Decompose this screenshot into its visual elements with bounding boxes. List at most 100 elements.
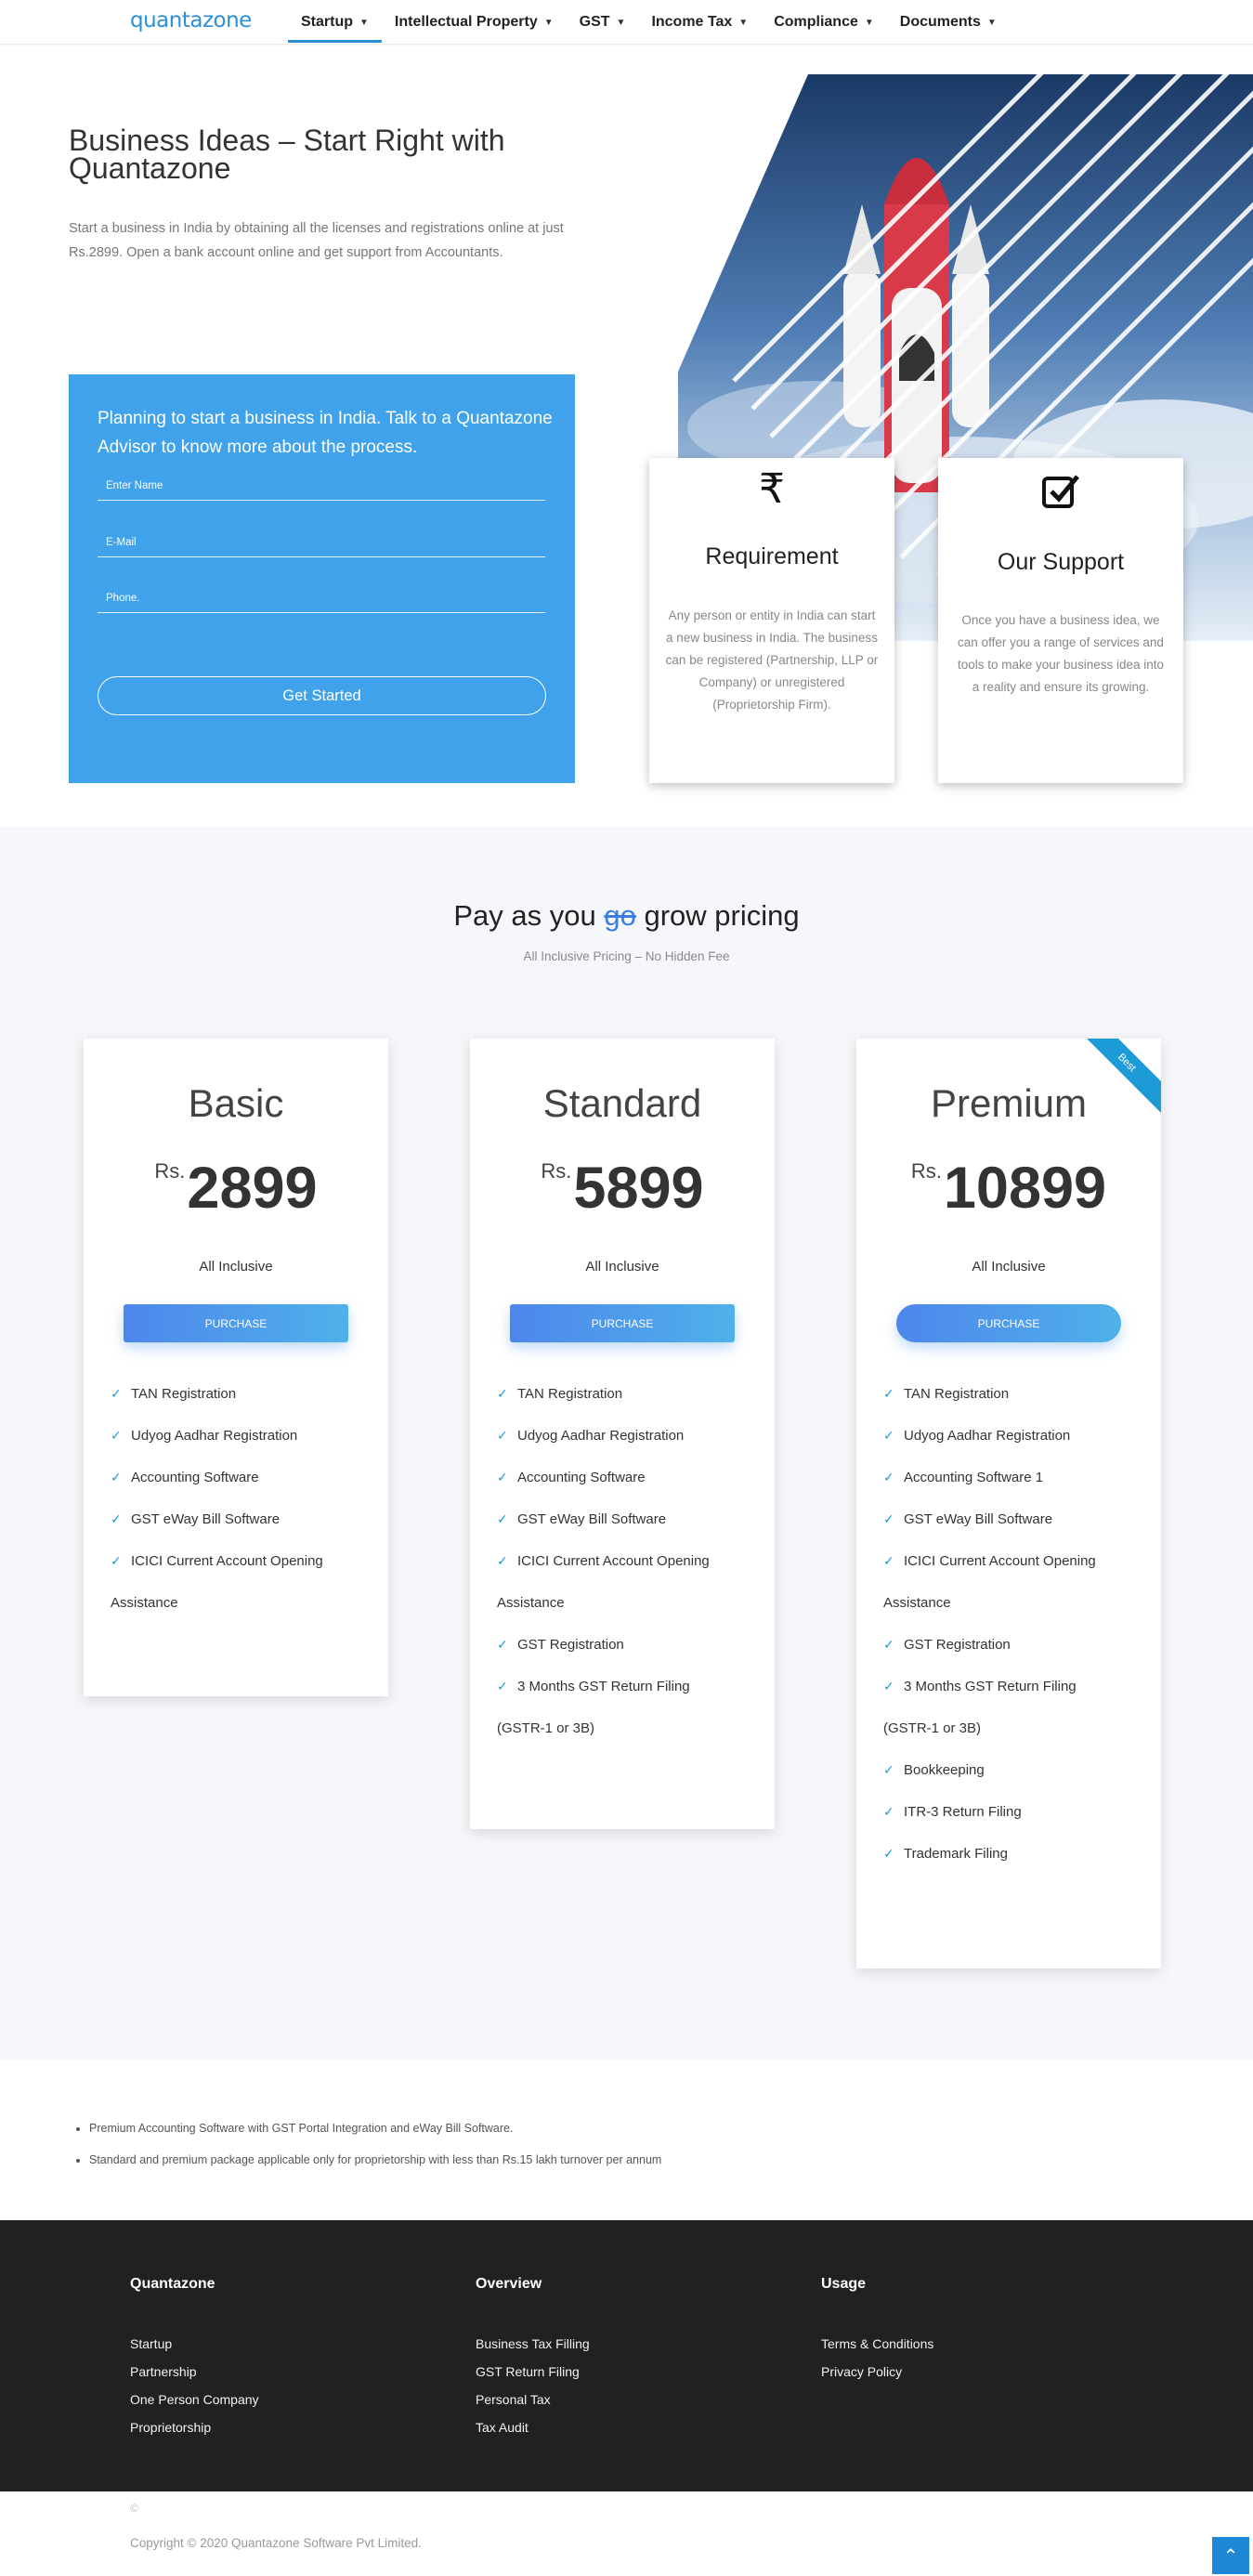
- feature-item: ✓ 3 Months GST Return Filing (GSTR-1 or 3B…: [497, 1666, 756, 1749]
- feature-label: Udyog Aadhar Registration: [904, 1428, 1071, 1444]
- check-icon: ✓: [883, 1846, 894, 1861]
- copyright-text: Copyright © 2020 Quantazone Software Pvt…: [130, 2536, 422, 2550]
- purchase-button[interactable]: PURCHASE: [896, 1304, 1121, 1342]
- feature-item: ✓ ITR-3 Return Filing: [883, 1791, 1142, 1833]
- feature-item: ✓ ICICI Current Account Opening Assistance: [497, 1540, 756, 1624]
- feature-label: ICICI Current Account Opening: [904, 1553, 1096, 1569]
- feature-item: ✓ Accounting Software: [111, 1457, 370, 1498]
- feature-label: Udyog Aadhar Registration: [131, 1428, 298, 1444]
- footer-link-personal-tax[interactable]: Personal Tax: [476, 2386, 590, 2413]
- card-text: Any person or entity in India can start …: [665, 608, 879, 712]
- feature-list: ✓ TAN Registration ✓ Udyog Aadhar Registra…: [111, 1373, 370, 1624]
- contact-form: Planning to start a business in India. T…: [69, 374, 575, 783]
- feature-item: ✓ Trademark Filing: [883, 1833, 1142, 1875]
- feature-label-cont: Assistance: [111, 1595, 178, 1611]
- email-field[interactable]: E-Mail: [98, 528, 545, 557]
- menu-item-documents[interactable]: Documents ▼: [887, 0, 1010, 45]
- name-field[interactable]: Enter Name: [98, 471, 545, 501]
- feature-label: 3 Months GST Return Filing: [517, 1679, 690, 1694]
- feature-item: ✓ GST Registration: [497, 1624, 756, 1666]
- footer-link-business-tax[interactable]: Business Tax Filling: [476, 2330, 590, 2358]
- feature-item: ✓ ICICI Current Account Opening Assistance: [883, 1540, 1142, 1624]
- footer-link-privacy[interactable]: Privacy Policy: [821, 2358, 933, 2386]
- check-icon: ✓: [883, 1553, 894, 1568]
- footer-link-terms[interactable]: Terms & Conditions: [821, 2330, 933, 2358]
- menu-item-label: Startup: [301, 14, 353, 30]
- chevron-up-icon: ⌃: [1222, 2545, 1239, 2567]
- feature-list: ✓ TAN Registration ✓ Udyog Aadhar Registra…: [497, 1373, 756, 1749]
- pricing-notes: Premium Accounting Software with GST Por…: [89, 2120, 661, 2183]
- check-icon: ✓: [497, 1428, 508, 1443]
- footer-link-startup[interactable]: Startup: [130, 2330, 259, 2358]
- feature-label-cont: (GSTR-1 or 3B): [497, 1720, 595, 1736]
- check-icon: ✓: [883, 1511, 894, 1526]
- feature-label: GST eWay Bill Software: [131, 1511, 281, 1527]
- feature-label: Accounting Software: [517, 1470, 646, 1485]
- feature-label-cont: (GSTR-1 or 3B): [883, 1720, 982, 1736]
- requirement-card: ₹ Requirement Any person or entity in In…: [649, 458, 894, 783]
- feature-label: Udyog Aadhar Registration: [517, 1428, 685, 1444]
- footer-link-gst-return[interactable]: GST Return Filing: [476, 2358, 590, 2386]
- check-icon: ✓: [111, 1428, 122, 1443]
- feature-item: ✓ TAN Registration: [497, 1373, 756, 1415]
- footer-column-title: Overview: [476, 2276, 542, 2292]
- feature-label: Accounting Software: [131, 1470, 259, 1485]
- chevron-down-icon: ▼: [738, 17, 749, 28]
- menu-item-label: Documents: [899, 14, 981, 30]
- chevron-down-icon: ▼: [864, 17, 874, 28]
- purchase-button[interactable]: PURCHASE: [124, 1304, 348, 1342]
- feature-label: Accounting Software 1: [904, 1470, 1044, 1485]
- footer-link-one-person-company[interactable]: One Person Company: [130, 2386, 259, 2413]
- note-item: Premium Accounting Software with GST Por…: [89, 2120, 661, 2137]
- card-title: Our Support: [997, 549, 1125, 575]
- form-title: Planning to start a business in India. T…: [98, 409, 553, 457]
- main-menu: Startup ▼ Intellectual Property ▼ GST ▼ Inc…: [288, 0, 1010, 45]
- currency: Rs.: [910, 1159, 942, 1183]
- check-icon: ✓: [883, 1386, 894, 1401]
- feature-label: GST Registration: [904, 1637, 1011, 1653]
- feature-item: ✓ Accounting Software: [497, 1457, 756, 1498]
- footer-link-proprietorship[interactable]: Proprietorship: [130, 2413, 259, 2441]
- feature-label: Bookkeeping: [904, 1762, 985, 1778]
- copyright-symbol: ©: [130, 2502, 138, 2515]
- check-icon: ✓: [883, 1679, 894, 1693]
- menu-item-gst[interactable]: GST ▼: [567, 0, 639, 45]
- footer-link-partnership[interactable]: Partnership: [130, 2358, 259, 2386]
- plan-inclusive: All Inclusive: [972, 1259, 1046, 1275]
- feature-item: ✓ ICICI Current Account Opening Assistance: [111, 1540, 370, 1624]
- currency: Rs.: [154, 1159, 186, 1183]
- menu-item-intellectual-property[interactable]: Intellectual Property ▼: [382, 0, 567, 45]
- check-icon: ✓: [883, 1637, 894, 1652]
- top-nav: quantazone Startup ▼ Intellectual Propert…: [0, 0, 1253, 45]
- plan-inclusive: All Inclusive: [585, 1259, 659, 1275]
- support-card: Our Support Once you have a business ide…: [938, 458, 1183, 783]
- feature-item: ✓ TAN Registration: [111, 1373, 370, 1415]
- menu-item-compliance[interactable]: Compliance ▼: [761, 0, 887, 45]
- feature-label: ITR-3 Return Filing: [904, 1804, 1022, 1820]
- feature-item: ✓ Bookkeeping: [883, 1749, 1142, 1791]
- check-icon: ✓: [883, 1804, 894, 1819]
- menu-item-startup[interactable]: Startup ▼: [288, 0, 382, 45]
- card-text: Once you have a business idea, we can of…: [957, 613, 1165, 694]
- check-icon: ✓: [497, 1470, 508, 1484]
- footer-column-title: Quantazone: [130, 2276, 215, 2292]
- hero-title: Business Ideas – Start Right with Quanta…: [69, 124, 505, 185]
- menu-item-income-tax[interactable]: Income Tax ▼: [638, 0, 761, 45]
- feature-item: ✓ GST Registration: [883, 1624, 1142, 1666]
- logo[interactable]: quantazone: [130, 8, 252, 33]
- scroll-to-top-button[interactable]: ⌃: [1212, 2537, 1249, 2574]
- check-icon: ✓: [497, 1553, 508, 1568]
- card-title: Requirement: [705, 543, 839, 569]
- purchase-button[interactable]: PURCHASE: [510, 1304, 735, 1342]
- feature-label: TAN Registration: [517, 1386, 623, 1402]
- phone-field[interactable]: Phone.: [98, 583, 545, 613]
- check-icon: ✓: [111, 1553, 122, 1568]
- heading-part: grow pricing: [644, 899, 800, 932]
- price-amount: 2899: [187, 1156, 318, 1221]
- price-amount: 10899: [943, 1156, 1107, 1221]
- plan-inclusive: All Inclusive: [199, 1259, 273, 1275]
- footer-column-title: Usage: [821, 2276, 867, 2292]
- feature-item: ✓ Accounting Software 1: [883, 1457, 1142, 1498]
- footer-link-tax-audit[interactable]: Tax Audit: [476, 2413, 590, 2441]
- get-started-button[interactable]: Get Started: [98, 676, 546, 715]
